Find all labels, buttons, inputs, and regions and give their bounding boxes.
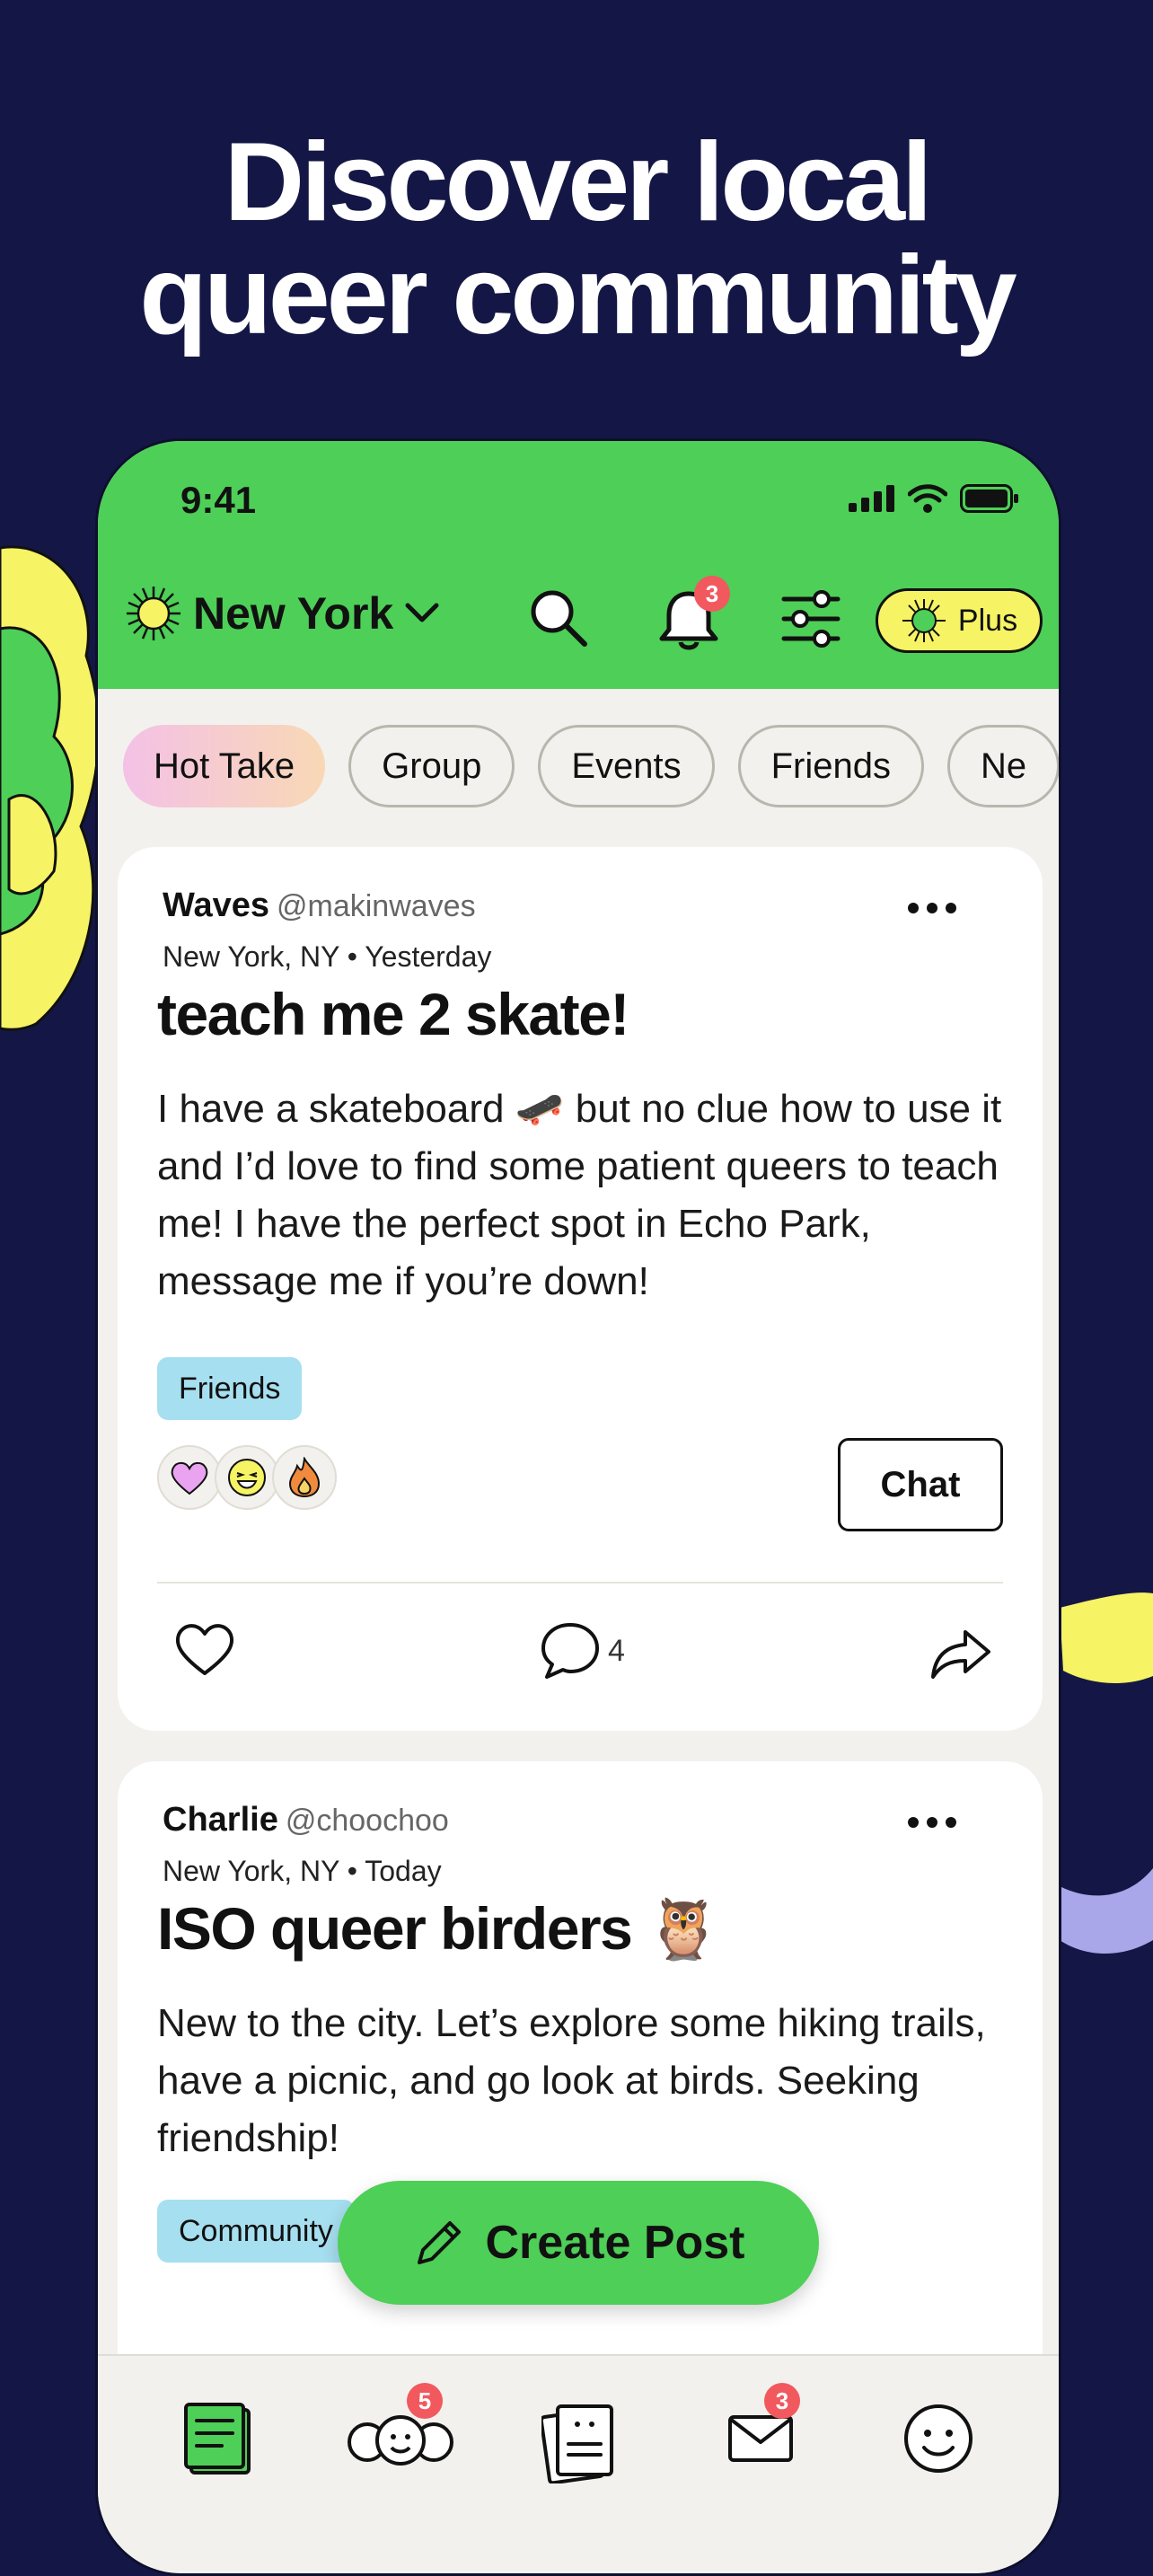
post-title: ISO queer birders 🦉 [157, 1895, 720, 1962]
wifi-icon [908, 484, 947, 513]
reaction-list[interactable] [157, 1445, 337, 1510]
post-author: Charlie @choochoo [163, 1801, 449, 1839]
purple-heart-icon [157, 1445, 222, 1510]
more-options-icon[interactable] [908, 1817, 956, 1828]
messages-badge: 3 [764, 2383, 800, 2419]
author-handle: @choochoo [285, 1804, 449, 1838]
author-name[interactable]: Waves [163, 887, 269, 924]
category-chips: Hot Take Group Events Friends Ne [123, 725, 1059, 807]
heart-icon [175, 1624, 234, 1675]
author-handle: @makinwaves [277, 889, 476, 923]
chip-friends[interactable]: Friends [737, 725, 924, 807]
more-options-icon[interactable] [908, 903, 956, 913]
chip-new[interactable]: Ne [947, 725, 1059, 807]
plus-button[interactable]: Plus [876, 588, 1043, 653]
community-badge: 5 [407, 2383, 443, 2419]
chip-events[interactable]: Events [538, 725, 715, 807]
search-icon[interactable] [527, 587, 590, 649]
post-author: Waves @makinwaves [163, 887, 476, 925]
pencil-icon [417, 2221, 461, 2264]
decorative-flower-blob [0, 545, 99, 1031]
plus-sun-icon [902, 599, 946, 642]
chip-hot-take[interactable]: Hot Take [123, 725, 326, 807]
cellular-signal-icon [849, 485, 894, 512]
chat-button[interactable]: Chat [838, 1438, 1003, 1531]
status-icons [849, 484, 1019, 513]
headline: Discover local queer community [0, 126, 1153, 352]
app-header: 9:41 New York 3 Plus [98, 441, 1059, 689]
fire-icon [272, 1445, 337, 1510]
laughing-face-icon [215, 1445, 279, 1510]
chevron-down-icon [405, 603, 439, 622]
post-tag[interactable]: Community [157, 2200, 355, 2263]
tab-profile-icon[interactable] [901, 2401, 976, 2476]
post-meta: New York, NY • Today [163, 1855, 442, 1887]
decorative-lavender-blob [1060, 1868, 1153, 1954]
post-body: I have a skateboard 🛹 but no clue how to… [157, 1087, 1002, 1303]
create-post-button[interactable]: Create Post [338, 2181, 819, 2305]
status-time: 9:41 [180, 479, 257, 521]
create-post-label: Create Post [485, 2217, 745, 2269]
post-divider [157, 1582, 1003, 1584]
filter-sliders-icon[interactable] [779, 587, 843, 651]
battery-icon [960, 484, 1018, 513]
post-meta: New York, NY • Yesterday [163, 940, 492, 973]
location-selector[interactable]: New York [125, 585, 440, 642]
headline-line-2: queer community [139, 234, 1017, 357]
share-arrow-icon [931, 1630, 990, 1679]
tab-community-icon[interactable] [342, 2401, 459, 2478]
share-button[interactable] [929, 1628, 992, 1681]
headline-line-1: Discover local [224, 120, 933, 244]
chip-group[interactable]: Group [348, 725, 515, 807]
tab-feed-icon[interactable] [182, 2401, 260, 2478]
post-tag[interactable]: Friends [157, 1357, 303, 1420]
sun-logo-icon [127, 587, 180, 640]
decorative-yellow-blob [1060, 1592, 1153, 1683]
notifications-badge: 3 [694, 576, 730, 612]
post-title: teach me 2 skate! [157, 981, 629, 1047]
tab-profiles-icon[interactable] [541, 2401, 619, 2483]
post-card[interactable]: Waves @makinwaves New York, NY • Yesterda… [118, 847, 1043, 1731]
post-body: New to the city. Let’s explore some hiki… [157, 2001, 986, 2160]
plus-label: Plus [957, 603, 1018, 638]
comment-button[interactable]: 4 [540, 1621, 625, 1681]
location-name: New York [193, 588, 394, 639]
bottom-tab-bar: 5 3 [98, 2354, 1059, 2573]
comment-bubble-icon [541, 1623, 599, 1679]
author-name[interactable]: Charlie [163, 1801, 278, 1839]
comment-count: 4 [608, 1633, 625, 1668]
like-button[interactable] [173, 1621, 236, 1677]
